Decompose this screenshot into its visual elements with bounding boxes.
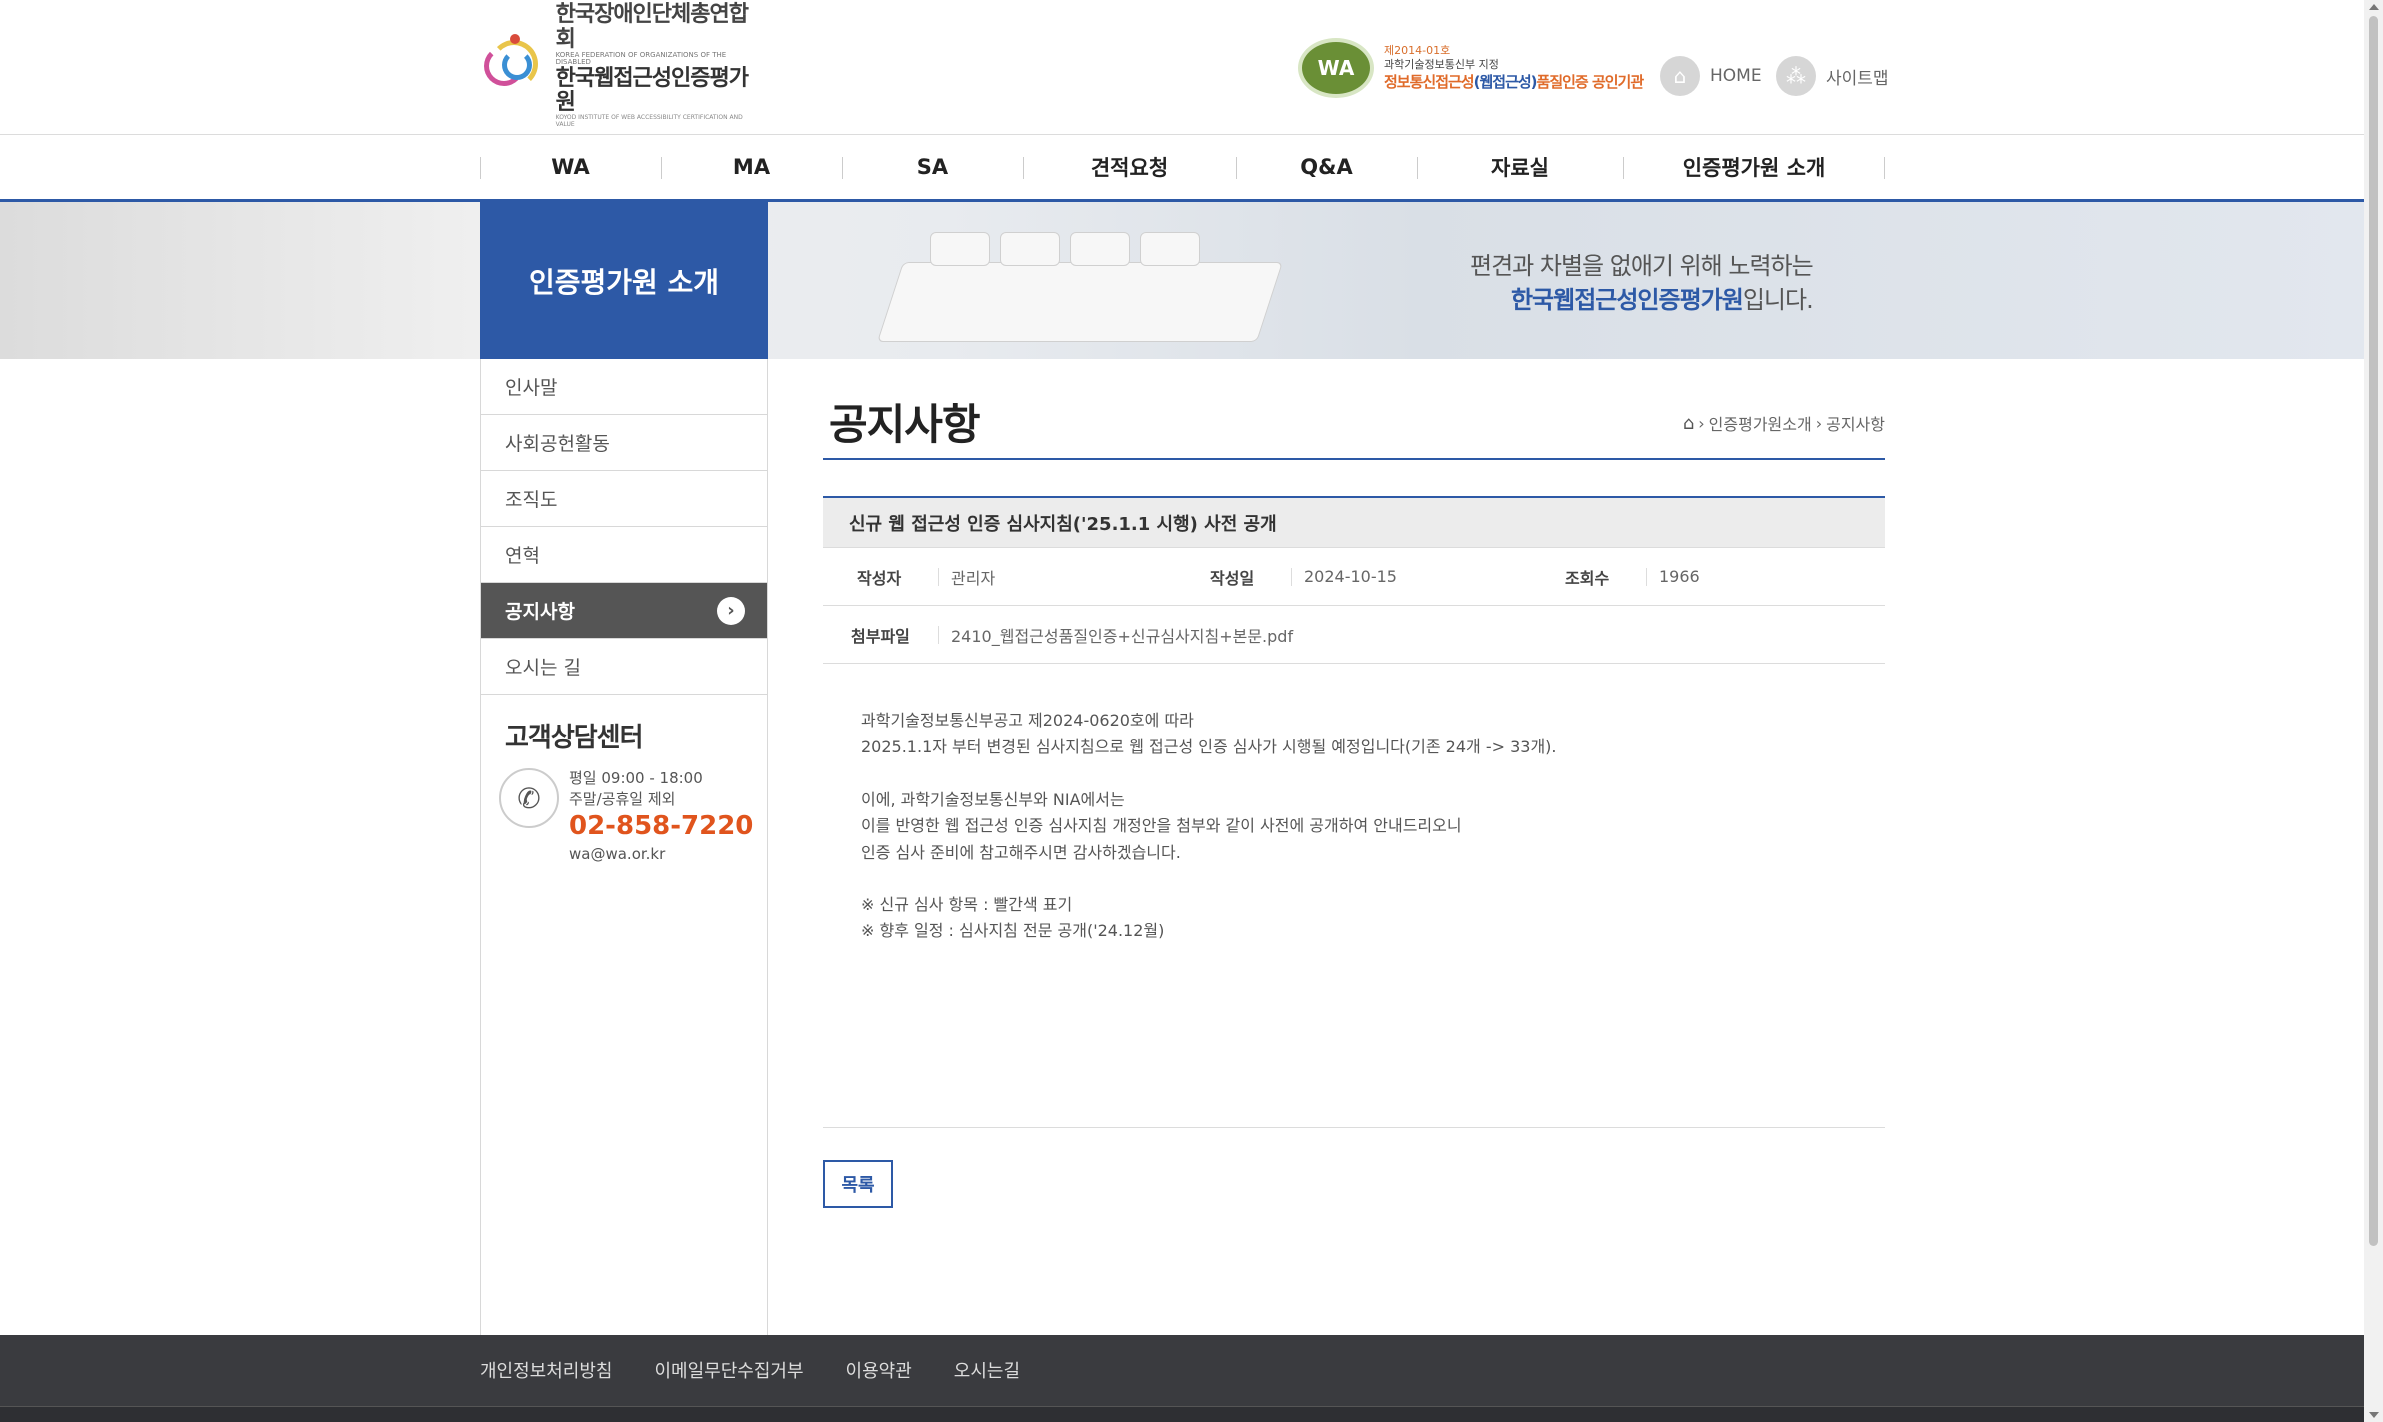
side-menu-item-notice[interactable]: 공지사항 › bbox=[481, 583, 767, 639]
body-line: 과학기술정보통신부공고 제2024-0620호에 따라 bbox=[861, 711, 1194, 730]
body-line: ※ 향후 일정 : 심사지침 전문 공개('24.12월) bbox=[861, 921, 1165, 941]
writer-label: 작성자 bbox=[857, 568, 902, 588]
site-header: 한국장애인단체총연합회 KOREA FEDERATION OF ORGANIZA… bbox=[0, 0, 2364, 135]
sub-visual-banner bbox=[0, 202, 2364, 359]
logo-site-name: 한국웹접근성인증평가원 bbox=[555, 66, 749, 116]
side-menu-item-greeting[interactable]: 인사말 bbox=[481, 359, 767, 415]
cert-title: 정보통신접근성(웹접근성)품질인증 공인기관 bbox=[1384, 72, 1644, 91]
home-icon[interactable]: ⌂ bbox=[1683, 413, 1694, 434]
notice-subject: 신규 웹 접근성 인증 심사지침('25.1.1 시행) 사전 공개 bbox=[823, 498, 1885, 548]
sitemap-icon: ⁂ bbox=[1776, 56, 1816, 96]
footer-link-privacy[interactable]: 개인정보처리방침 bbox=[480, 1357, 612, 1383]
attachment-label: 첨부파일 bbox=[851, 626, 910, 646]
site-logo[interactable]: 한국장애인단체총연합회 KOREA FEDERATION OF ORGANIZA… bbox=[480, 3, 760, 128]
logo-org-name-en: KOREA FEDERATION OF ORGANIZATIONS OF THE… bbox=[555, 50, 727, 67]
body-line: 이를 반영한 웹 접근성 인증 심사지침 개정안을 첨부와 같이 사전에 공개하… bbox=[861, 816, 1462, 836]
main-navigation: WA MA SA 견적요청 Q&A 자료실 인증평가원 소개 bbox=[0, 135, 2364, 202]
body-line: 인증 심사 준비에 참고해주시면 감사하겠습니다. bbox=[861, 842, 1181, 862]
cs-email[interactable]: wa@wa.or.kr bbox=[569, 844, 753, 865]
body-line: 이에, 과학기술정보통신부와 NIA에서는 bbox=[861, 789, 1125, 809]
gnb-item-quote[interactable]: 견적요청 bbox=[1023, 135, 1236, 199]
certification-badge: WA 제2014-01호 과학기술정보통신부 지정 정보통신접근성(웹접근성)품… bbox=[1298, 38, 1644, 98]
cs-hours-weekend: 주말/공휴일 제외 bbox=[569, 790, 676, 808]
site-footer: 개인정보처리방침 이메일무단수집거부 이용약관 오시는길 bbox=[0, 1335, 2364, 1422]
date-label: 작성일 bbox=[1210, 568, 1255, 588]
breadcrumb-item-notice[interactable]: 공지사항 bbox=[1826, 411, 1885, 435]
breadcrumb: ⌂ › 인증평가원소개 › 공지사항 bbox=[1683, 411, 1885, 435]
gnb-item-qna[interactable]: Q&A bbox=[1236, 135, 1417, 199]
breadcrumb-separator-icon: › bbox=[1815, 413, 1823, 433]
list-button[interactable]: 목록 bbox=[823, 1160, 893, 1208]
notice-body: 과학기술정보통신부공고 제2024-0620호에 따라 2025.1.1자 부터… bbox=[823, 664, 1885, 1128]
logo-site-name-en: KOYOD INSTITUTE OF WEB ACCESSIBILITY CER… bbox=[555, 114, 743, 129]
breadcrumb-item-about[interactable]: 인증평가원소개 bbox=[1709, 411, 1812, 435]
notice-meta-row: 작성자 관리자 작성일 2024-10-15 조회수 1966 bbox=[823, 548, 1885, 606]
attachment-link[interactable]: 2410_웹접근성품질인증+신규심사지침+본문.pdf bbox=[938, 625, 1293, 646]
views-value: 1966 bbox=[1646, 567, 1700, 586]
side-menu-item-social[interactable]: 사회공헌활동 bbox=[481, 415, 767, 471]
body-line bbox=[861, 761, 1847, 787]
scrollbar-thumb[interactable] bbox=[2369, 16, 2378, 1246]
body-line bbox=[861, 866, 1847, 892]
body-line: ※ 신규 심사 항목 : 빨간색 표기 bbox=[861, 894, 1073, 914]
views-label: 조회수 bbox=[1565, 568, 1610, 588]
cs-hours-weekday: 평일 09:00 - 18:00 bbox=[569, 769, 703, 787]
date-value: 2024-10-15 bbox=[1291, 567, 1531, 586]
scroll-up-arrow-icon[interactable] bbox=[2369, 4, 2379, 10]
gnb-item-wa[interactable]: WA bbox=[480, 135, 661, 199]
phone-icon: ✆ bbox=[499, 768, 559, 828]
sitemap-label: 사이트맵 bbox=[1826, 68, 1889, 89]
side-menu-item-history[interactable]: 연혁 bbox=[481, 527, 767, 583]
wa-mark-icon: WA bbox=[1298, 38, 1374, 98]
logo-emblem-icon bbox=[480, 32, 548, 100]
gnb-item-about[interactable]: 인증평가원 소개 bbox=[1623, 135, 1885, 199]
footer-bottom-bar bbox=[0, 1406, 2364, 1422]
customer-center-title: 고객상담센터 bbox=[505, 723, 644, 753]
cs-phone-number: 02-858-7220 bbox=[569, 811, 754, 841]
writer-value: 관리자 bbox=[938, 567, 1176, 588]
footer-link-email-refusal[interactable]: 이메일무단수집거부 bbox=[654, 1357, 803, 1383]
keyboard-image bbox=[870, 222, 1290, 352]
side-menu: 인사말 사회공헌활동 조직도 연혁 공지사항 › 오시는 길 고객상담센터 ✆ … bbox=[480, 359, 768, 1335]
page-title: 공지사항 bbox=[829, 400, 981, 449]
footer-link-terms[interactable]: 이용약관 bbox=[846, 1357, 912, 1383]
notice-view: 신규 웹 접근성 인증 심사지침('25.1.1 시행) 사전 공개 작성자 관… bbox=[823, 496, 1885, 1128]
notice-attachment-row: 첨부파일 2410_웹접근성품질인증+신규심사지침+본문.pdf bbox=[823, 606, 1885, 664]
home-icon: ⌂ bbox=[1660, 56, 1700, 96]
footer-link-directions[interactable]: 오시는길 bbox=[954, 1357, 1020, 1383]
home-label: HOME bbox=[1710, 66, 1762, 86]
home-link[interactable]: ⌂ HOME bbox=[1660, 56, 1762, 96]
banner-slogan: 편견과 차별을 없애기 위해 노력하는 한국웹접근성인증평가원입니다. bbox=[1470, 252, 1814, 314]
title-divider bbox=[823, 458, 1885, 460]
gnb-item-ma[interactable]: MA bbox=[661, 135, 842, 199]
gnb-item-archive[interactable]: 자료실 bbox=[1417, 135, 1623, 199]
sitemap-link[interactable]: ⁂ 사이트맵 bbox=[1776, 56, 1889, 96]
cert-authority: 과학기술정보통신부 지정 bbox=[1384, 58, 1499, 72]
chevron-right-icon: › bbox=[717, 596, 745, 625]
section-title: 인증평가원 소개 bbox=[480, 202, 768, 359]
scroll-down-arrow-icon[interactable] bbox=[2369, 1412, 2379, 1418]
customer-center: 고객상담센터 ✆ 평일 09:00 - 18:00 주말/공휴일 제외 02-8… bbox=[481, 695, 767, 865]
breadcrumb-separator-icon: › bbox=[1698, 413, 1705, 433]
page-scrollbar[interactable] bbox=[2364, 0, 2383, 1422]
cert-number: 제2014-01호 bbox=[1384, 43, 1451, 57]
gnb-item-sa[interactable]: SA bbox=[842, 135, 1023, 199]
side-menu-item-directions[interactable]: 오시는 길 bbox=[481, 639, 767, 695]
side-menu-item-organization[interactable]: 조직도 bbox=[481, 471, 767, 527]
logo-org-name: 한국장애인단체총연합회 bbox=[555, 2, 749, 52]
body-line: 2025.1.1자 부터 변경된 심사지침으로 웹 접근성 인증 심사가 시행될… bbox=[861, 737, 1557, 757]
